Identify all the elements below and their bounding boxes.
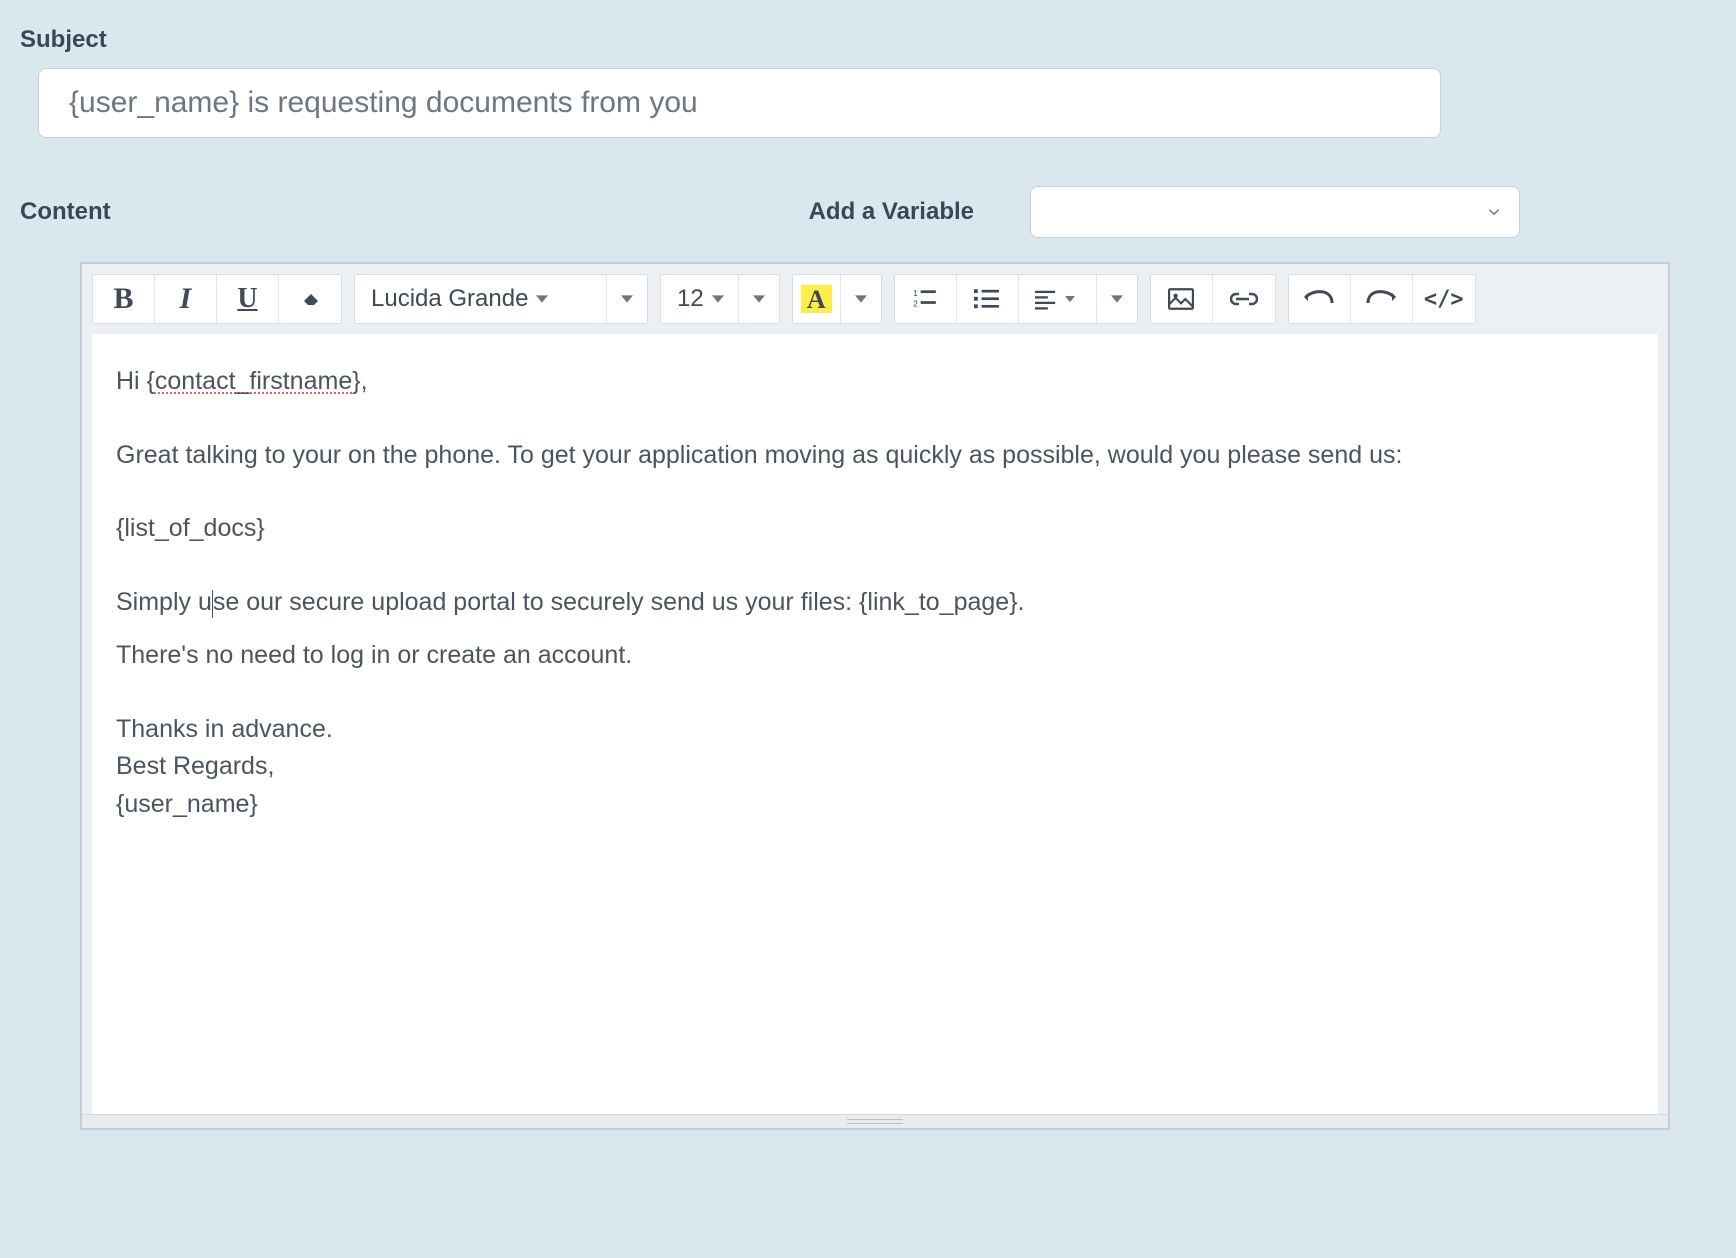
caret-down-icon <box>855 293 867 305</box>
paragraph-dropdown[interactable] <box>1097 275 1137 323</box>
add-variable-label: Add a Variable <box>809 198 974 226</box>
font-size-select[interactable]: 12 <box>661 275 739 323</box>
caret-down-icon <box>753 293 765 305</box>
subject-label: Subject <box>20 26 1716 54</box>
body-text: Simply u <box>116 588 212 616</box>
link-icon <box>1230 289 1258 309</box>
text-color-icon: A <box>801 285 832 313</box>
body-text: Hi { <box>116 367 155 395</box>
undo-button[interactable] <box>1289 275 1351 323</box>
source-code-button[interactable]: </> <box>1413 275 1475 323</box>
font-family-value: Lucida Grande <box>371 285 528 313</box>
grip-icon <box>847 1119 903 1124</box>
body-text: Thanks in advance. <box>116 712 1634 748</box>
editor-content-area[interactable]: Hi {contact_firstname}, Great talking to… <box>92 334 1658 1114</box>
font-size-value: 12 <box>677 285 704 313</box>
align-button[interactable] <box>1019 275 1097 323</box>
body-text: }, <box>352 367 367 395</box>
caret-down-icon <box>1065 294 1075 304</box>
clear-format-button[interactable] <box>279 275 341 323</box>
bold-button[interactable]: B <box>93 275 155 323</box>
content-label: Content <box>20 198 111 226</box>
body-text: Great talking to your on the phone. To g… <box>116 438 1634 474</box>
ordered-list-icon: 12 <box>912 286 938 312</box>
redo-button[interactable] <box>1351 275 1413 323</box>
editor-toolbar: B I U Lucida Grande <box>82 264 1668 334</box>
caret-down-icon <box>1111 293 1123 305</box>
eraser-icon <box>298 287 322 311</box>
font-size-dropdown[interactable] <box>739 275 779 323</box>
insert-link-button[interactable] <box>1213 275 1275 323</box>
subject-input[interactable] <box>38 68 1441 138</box>
text-color-button[interactable]: A <box>793 275 841 323</box>
body-text-spellmarked: contact_firstname <box>155 367 352 395</box>
caret-down-icon <box>621 293 633 305</box>
body-text: There's no need to log in or create an a… <box>116 638 1634 674</box>
variable-select[interactable] <box>1030 186 1520 238</box>
body-text: se our secure upload portal to securely … <box>213 588 1025 616</box>
svg-text:1: 1 <box>913 288 918 298</box>
image-icon <box>1168 288 1194 310</box>
body-text: Best Regards, <box>116 749 1634 785</box>
editor-resize-handle[interactable] <box>82 1114 1668 1128</box>
caret-down-icon <box>712 293 724 305</box>
text-color-dropdown[interactable] <box>841 275 881 323</box>
body-text: {user_name} <box>116 787 1634 823</box>
chevron-down-icon <box>1485 203 1503 221</box>
undo-icon <box>1304 289 1334 309</box>
font-family-select[interactable]: Lucida Grande <box>355 275 607 323</box>
align-left-icon <box>1035 288 1057 310</box>
italic-button[interactable]: I <box>155 275 217 323</box>
insert-image-button[interactable] <box>1151 275 1213 323</box>
redo-icon <box>1366 289 1396 309</box>
rich-text-editor: B I U Lucida Grande <box>80 262 1670 1130</box>
unordered-list-icon <box>974 286 1000 312</box>
svg-text:2: 2 <box>913 299 918 309</box>
underline-button[interactable]: U <box>217 275 279 323</box>
caret-down-icon <box>536 293 548 305</box>
unordered-list-button[interactable] <box>957 275 1019 323</box>
body-text: {list_of_docs} <box>116 511 1634 547</box>
font-family-dropdown[interactable] <box>607 275 647 323</box>
ordered-list-button[interactable]: 12 <box>895 275 957 323</box>
